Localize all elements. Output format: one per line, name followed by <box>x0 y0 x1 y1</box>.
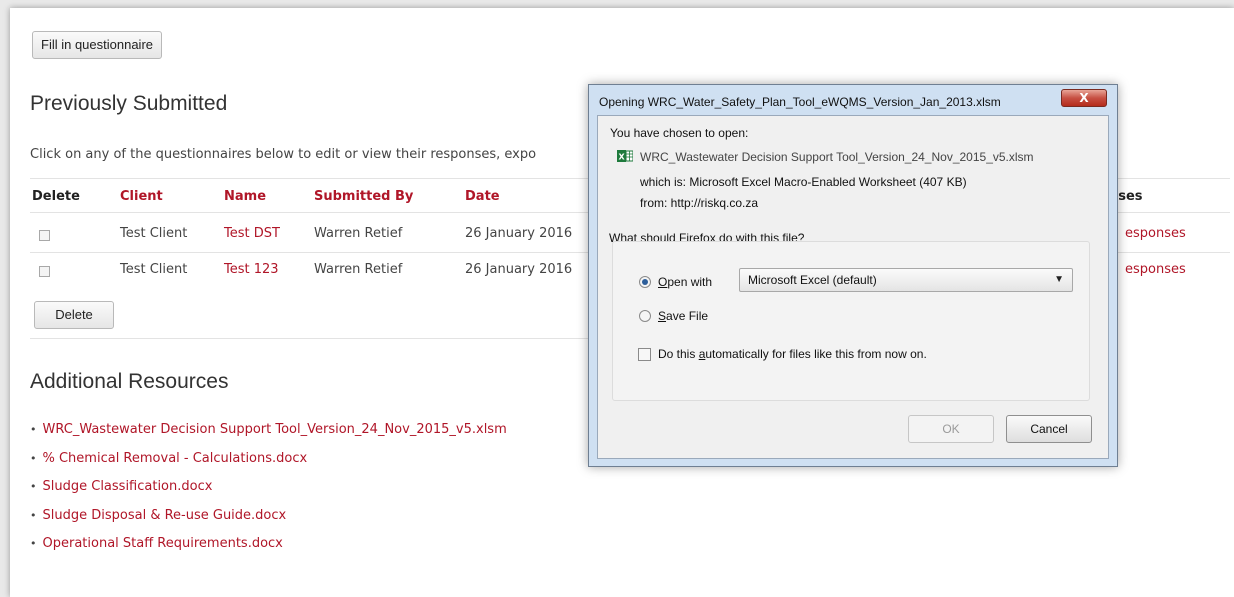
row-name-link[interactable]: Test 123 <box>224 262 279 277</box>
file-open-dialog: Opening WRC_Water_Safety_Plan_Tool_eWQMS… <box>588 84 1118 467</box>
file-type: which is: Microsoft Excel Macro-Enabled … <box>640 175 967 189</box>
file-name: WRC_Wastewater Decision Support Tool_Ver… <box>640 150 1034 164</box>
previously-submitted-heading: Previously Submitted <box>30 92 228 115</box>
fill-questionnaire-button[interactable]: Fill in questionnaire <box>32 31 163 59</box>
delete-button[interactable]: Delete <box>34 301 114 329</box>
dialog-body: You have chosen to open: X WRC_Wastewate… <box>597 115 1109 459</box>
additional-resources-heading: Additional Resources <box>30 370 229 393</box>
row-date: 26 January 2016 <box>465 262 573 277</box>
resources-list: WRC_Wastewater Decision Support Tool_Ver… <box>30 422 507 565</box>
resource-link[interactable]: Sludge Classification.docx <box>30 479 507 508</box>
section-divider <box>30 338 600 339</box>
svg-text:X: X <box>619 153 626 162</box>
row-checkbox[interactable] <box>39 230 50 241</box>
auto-checkbox[interactable] <box>638 348 651 361</box>
application-select[interactable]: Microsoft Excel (default) ▼ <box>739 268 1073 292</box>
col-name[interactable]: Name <box>224 189 266 204</box>
file-source: from: http://riskq.co.za <box>640 196 759 210</box>
close-icon[interactable]: X <box>1061 89 1107 107</box>
ok-button[interactable]: OK <box>908 415 994 443</box>
intro-text: Click on any of the questionnaires below… <box>30 147 537 162</box>
row-date: 26 January 2016 <box>465 226 573 241</box>
row-checkbox[interactable] <box>39 266 50 277</box>
chevron-down-icon: ▼ <box>1054 274 1064 285</box>
open-with-label[interactable]: Open with <box>658 275 712 289</box>
col-date[interactable]: Date <box>465 189 500 204</box>
excel-file-icon: X <box>617 150 633 162</box>
col-submitted-by[interactable]: Submitted By <box>314 189 413 204</box>
cancel-button[interactable]: Cancel <box>1006 415 1092 443</box>
row-responses-link[interactable]: esponses <box>1125 226 1186 241</box>
col-client[interactable]: Client <box>120 189 163 204</box>
row-name-link[interactable]: Test DST <box>224 226 280 241</box>
resource-link[interactable]: WRC_Wastewater Decision Support Tool_Ver… <box>30 422 507 451</box>
dialog-title: Opening WRC_Water_Safety_Plan_Tool_eWQMS… <box>599 95 1001 109</box>
save-file-radio[interactable] <box>639 310 651 322</box>
row-client: Test Client <box>120 262 188 277</box>
auto-checkbox-label[interactable]: Do this automatically for files like thi… <box>658 347 927 361</box>
col-delete: Delete <box>32 189 80 204</box>
open-with-radio[interactable] <box>639 276 651 288</box>
resource-link[interactable]: % Chemical Removal - Calculations.docx <box>30 451 507 480</box>
row-submitted-by: Warren Retief <box>314 226 403 241</box>
row-submitted-by: Warren Retief <box>314 262 403 277</box>
resource-link[interactable]: Operational Staff Requirements.docx <box>30 536 507 565</box>
resource-link[interactable]: Sludge Disposal & Re-use Guide.docx <box>30 508 507 537</box>
row-responses-link[interactable]: esponses <box>1125 262 1186 277</box>
save-file-label[interactable]: Save File <box>658 309 708 323</box>
chosen-text: You have chosen to open: <box>610 126 749 140</box>
row-client: Test Client <box>120 226 188 241</box>
